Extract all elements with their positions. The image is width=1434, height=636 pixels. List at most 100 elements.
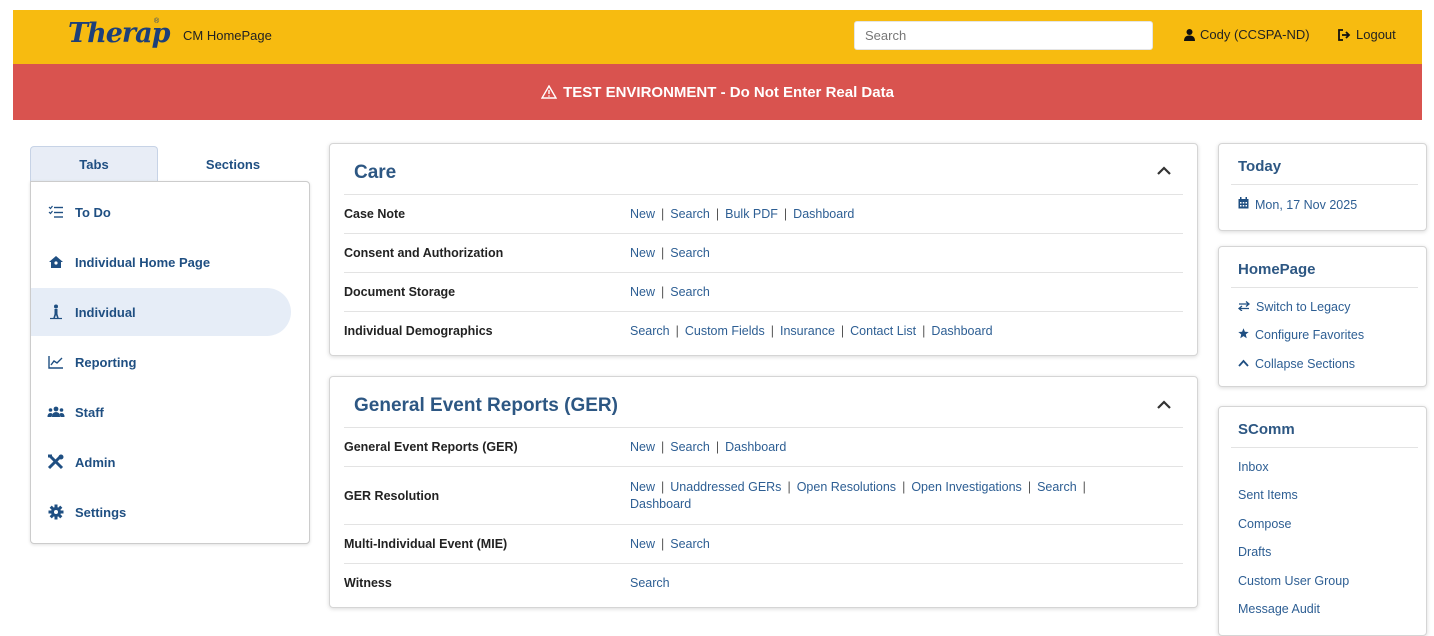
link-search[interactable]: Search [670, 285, 710, 299]
tools-icon [47, 454, 65, 470]
today-date: Mon, 17 Nov 2025 [1238, 197, 1357, 212]
link-new[interactable]: New [630, 480, 655, 494]
link-new[interactable]: New [630, 537, 655, 551]
app-title[interactable]: CM HomePage [183, 28, 272, 43]
scomm-card: SComm Inbox Sent Items Compose Drafts Cu… [1218, 406, 1427, 636]
scomm-drafts-link[interactable]: Drafts [1238, 545, 1271, 559]
scomm-inbox-link[interactable]: Inbox [1238, 460, 1269, 474]
calendar-icon [1238, 197, 1249, 212]
nav-item-staff[interactable]: Staff [31, 388, 291, 436]
house-icon [47, 255, 65, 269]
nav-item-label: Individual [75, 304, 136, 320]
logout-label: Logout [1356, 27, 1396, 42]
row-links: Search | Custom Fields | Insurance | Contact L… [630, 323, 993, 338]
link-search[interactable]: Search [1037, 480, 1077, 494]
today-date-text: Mon, 17 Nov 2025 [1255, 197, 1358, 212]
nav-item-label: Reporting [75, 354, 137, 370]
row-label: Consent and Authorization [344, 246, 504, 260]
search-input[interactable] [854, 21, 1153, 50]
link-label: Switch to Legacy [1256, 300, 1351, 314]
ger-row-witness: Witness Search [344, 563, 1183, 602]
link-open-investigations[interactable]: Open Investigations [911, 480, 1022, 494]
link-label: Collapse Sections [1255, 357, 1356, 371]
chart-line-icon [47, 355, 65, 369]
nav-list: To Do Individual Home Page Individual Re… [30, 181, 310, 544]
link-new[interactable]: New [630, 246, 655, 260]
row-links: New | Search [630, 245, 710, 260]
link-search[interactable]: Search [630, 324, 670, 338]
link-open-resolutions[interactable]: Open Resolutions [797, 480, 896, 494]
care-row-demographics: Individual Demographics Search | Custom Fi… [344, 311, 1183, 350]
link-dashboard[interactable]: Dashboard [793, 207, 854, 221]
row-label: Witness [344, 576, 392, 590]
nav-item-to-do[interactable]: To Do [31, 188, 291, 236]
chevron-up-icon[interactable] [1157, 397, 1171, 413]
test-environment-banner: TEST ENVIRONMENT - Do Not Enter Real Dat… [13, 64, 1422, 120]
checklist-icon [47, 205, 65, 219]
gear-icon [47, 504, 65, 520]
nav-item-reporting[interactable]: Reporting [31, 338, 291, 386]
link-search[interactable]: Search [670, 440, 710, 454]
row-links: New | Unaddressed GERs | Open Resolutions | Op… [630, 479, 1086, 511]
link-new[interactable]: New [630, 207, 655, 221]
ger-row-resolution: GER Resolution New | Unaddressed GERs | Open… [344, 466, 1183, 524]
link-unaddressed-gers[interactable]: Unaddressed GERs [670, 480, 781, 494]
switch-to-legacy-link[interactable]: Switch to Legacy [1237, 300, 1351, 314]
link-dashboard[interactable]: Dashboard [725, 440, 786, 454]
chevron-up-icon[interactable] [1157, 163, 1171, 179]
top-bar: Therap ® CM HomePage Cody (CCSPA-ND) Log… [13, 10, 1422, 64]
user-name: Cody (CCSPA-ND) [1200, 27, 1310, 42]
link-search[interactable]: Search [670, 207, 710, 221]
tab-sections[interactable]: Sections [158, 146, 308, 182]
card-title: HomePage [1238, 261, 1316, 278]
nav-item-individual[interactable]: Individual [31, 288, 291, 336]
link-insurance[interactable]: Insurance [780, 324, 835, 338]
collapse-sections-link[interactable]: Collapse Sections [1238, 357, 1355, 371]
ger-row-ger: General Event Reports (GER) New | Search | D… [344, 427, 1183, 466]
panel-title: General Event Reports (GER) [354, 395, 618, 416]
care-row-document-storage: Document Storage New | Search [344, 272, 1183, 311]
card-title: SComm [1238, 421, 1295, 438]
registered-mark: ® [154, 18, 160, 25]
logout-button[interactable]: Logout [1338, 27, 1396, 42]
divider [1231, 287, 1418, 288]
link-dashboard[interactable]: Dashboard [630, 497, 691, 511]
logout-icon [1338, 28, 1351, 41]
link-dashboard[interactable]: Dashboard [931, 324, 992, 338]
nav-item-label: Staff [75, 404, 104, 420]
nav-tabs: Tabs Sections [30, 146, 310, 182]
scomm-sent-items-link[interactable]: Sent Items [1238, 488, 1298, 502]
warning-icon [541, 85, 558, 99]
link-contact-list[interactable]: Contact List [850, 324, 916, 338]
configure-favorites-link[interactable]: Configure Favorites [1238, 328, 1364, 342]
nav-item-label: Settings [75, 504, 127, 520]
nav-item-settings[interactable]: Settings [31, 488, 291, 536]
nav-item-admin[interactable]: Admin [31, 438, 291, 486]
nav-item-individual-home-page[interactable]: Individual Home Page [31, 238, 291, 286]
user-icon [1184, 28, 1195, 41]
link-new[interactable]: New [630, 285, 655, 299]
scomm-custom-user-group-link[interactable]: Custom User Group [1238, 574, 1349, 588]
scomm-message-audit-link[interactable]: Message Audit [1238, 602, 1320, 616]
ger-row-mie: Multi-Individual Event (MIE) New | Search [344, 524, 1183, 563]
left-navigation: Tabs Sections To Do Individual Home Page… [30, 146, 310, 544]
card-title: Today [1238, 158, 1282, 175]
link-bulk-pdf[interactable]: Bulk PDF [725, 207, 778, 221]
row-label: General Event Reports (GER) [344, 440, 518, 454]
divider [1231, 447, 1418, 448]
link-search[interactable]: Search [670, 246, 710, 260]
row-label: Document Storage [344, 285, 456, 299]
link-search[interactable]: Search [670, 537, 710, 551]
care-panel: Care Case Note New | Search | Bulk PDF | Dashb… [329, 143, 1198, 356]
tab-tabs[interactable]: Tabs [30, 146, 158, 182]
link-new[interactable]: New [630, 440, 655, 454]
scomm-compose-link[interactable]: Compose [1238, 517, 1292, 531]
link-search[interactable]: Search [630, 576, 670, 590]
row-links: New | Search [630, 284, 710, 299]
row-label: Multi-Individual Event (MIE) [344, 537, 508, 551]
link-custom-fields[interactable]: Custom Fields [685, 324, 765, 338]
panel-title: Care [354, 162, 397, 183]
nav-item-label: Individual Home Page [75, 254, 211, 270]
row-label: GER Resolution [344, 488, 440, 503]
user-menu[interactable]: Cody (CCSPA-ND) [1184, 27, 1310, 42]
